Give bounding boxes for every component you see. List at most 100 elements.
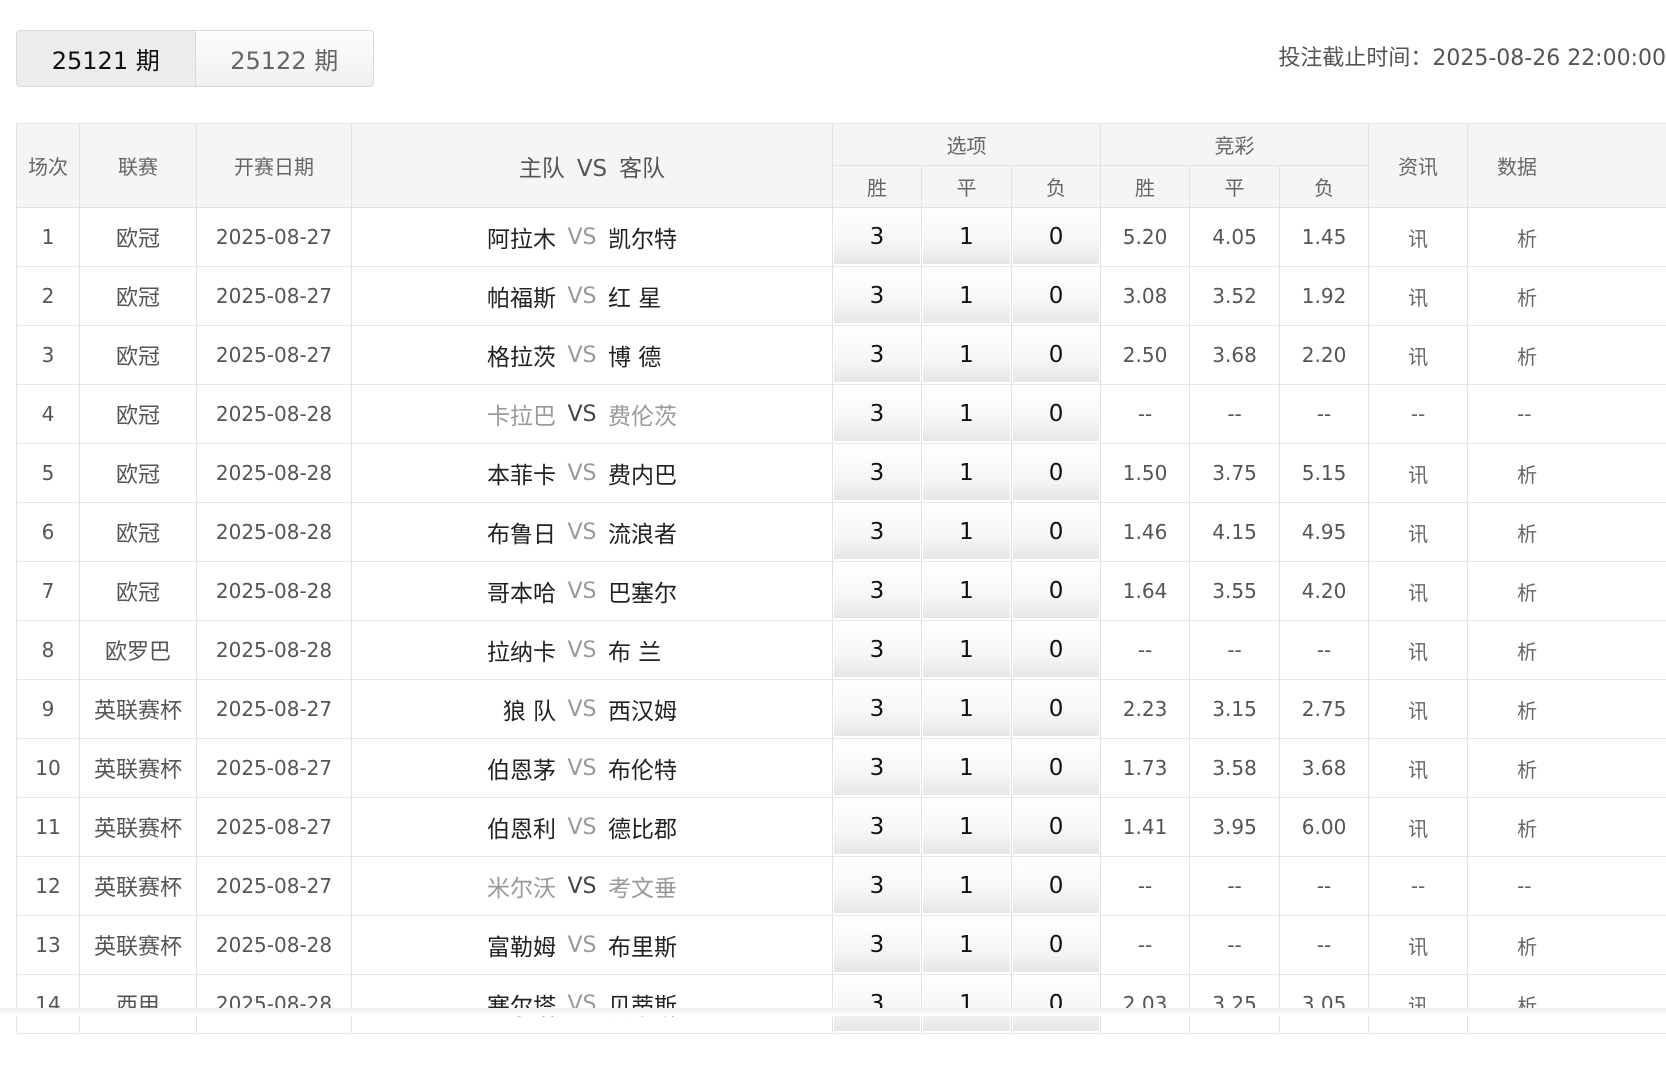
option-win-button[interactable]: 3 [834, 977, 920, 1031]
info-link[interactable]: 讯 [1368, 679, 1469, 739]
home-team[interactable]: 本菲卡 [436, 456, 556, 490]
option-draw-button[interactable]: 1 [923, 446, 1010, 500]
home-team[interactable]: 富勒姆 [436, 928, 556, 962]
data-link[interactable]: 析 [1467, 325, 1666, 385]
option-lose-button[interactable]: 0 [1013, 859, 1100, 913]
info-link[interactable]: 讯 [1368, 561, 1469, 621]
option-lose-button[interactable]: 0 [1013, 269, 1100, 323]
info-link[interactable]: 讯 [1368, 738, 1469, 798]
info-link[interactable]: 讯 [1368, 974, 1469, 1034]
data-link[interactable]: 析 [1467, 679, 1666, 739]
info-link[interactable]: 讯 [1368, 502, 1469, 562]
option-win-button[interactable]: 3 [834, 623, 920, 677]
match-date: 2025-08-28 [196, 620, 352, 680]
data-link[interactable]: 析 [1467, 502, 1666, 562]
home-team[interactable]: 哥本哈 [436, 574, 556, 608]
option-draw-button[interactable]: 1 [923, 741, 1010, 795]
away-team[interactable]: 流浪者 [608, 515, 728, 549]
option-lose-button[interactable]: 0 [1013, 505, 1100, 559]
home-team[interactable]: 阿拉木 [436, 220, 556, 254]
option-lose-button[interactable]: 0 [1013, 210, 1100, 264]
data-link[interactable]: 析 [1467, 738, 1666, 798]
option-win-button[interactable]: 3 [834, 741, 920, 795]
away-team[interactable]: 红 星 [608, 279, 728, 313]
data-link[interactable]: 析 [1467, 443, 1666, 503]
option-draw-button[interactable]: 1 [923, 387, 1010, 441]
away-team[interactable]: 西汉姆 [608, 692, 728, 726]
info-link[interactable]: 讯 [1368, 797, 1469, 857]
option-win-button[interactable]: 3 [834, 859, 920, 913]
away-team[interactable]: 费伦茨 [608, 397, 728, 431]
option-win-button[interactable]: 3 [834, 918, 920, 972]
away-team[interactable]: 巴塞尔 [608, 574, 728, 608]
option-lose-button[interactable]: 0 [1013, 682, 1100, 736]
option-win-button[interactable]: 3 [834, 328, 920, 382]
option-draw-button[interactable]: 1 [923, 682, 1010, 736]
home-team[interactable]: 拉纳卡 [436, 633, 556, 667]
info-link[interactable]: 讯 [1368, 325, 1469, 385]
option-win-button[interactable]: 3 [834, 210, 920, 264]
info-link[interactable]: 讯 [1368, 207, 1469, 267]
option-lose-button[interactable]: 0 [1013, 387, 1100, 441]
away-team[interactable]: 考文垂 [608, 869, 728, 903]
home-team[interactable]: 格拉茨 [436, 338, 556, 372]
option-draw-button[interactable]: 1 [923, 623, 1010, 677]
option-draw-button[interactable]: 1 [923, 269, 1010, 323]
match-number: 8 [16, 620, 80, 680]
option-draw-button[interactable]: 1 [923, 918, 1010, 972]
data-link[interactable]: 析 [1467, 915, 1666, 975]
info-link[interactable]: 讯 [1368, 443, 1469, 503]
home-team[interactable]: 米尔沃 [436, 869, 556, 903]
option-lose-button[interactable]: 0 [1013, 564, 1100, 618]
option-win-button[interactable]: 3 [834, 505, 920, 559]
option-draw-button[interactable]: 1 [923, 800, 1010, 854]
data-link[interactable]: 析 [1467, 207, 1666, 267]
table-row: 1 欧冠 2025-08-27 阿拉木 VS 凯尔特 3 1 0 5.20 4.05 1.45 讯析 [16, 207, 1666, 267]
tab-period-25121[interactable]: 25121 期 [17, 31, 195, 86]
away-team[interactable]: 费内巴 [608, 456, 728, 490]
home-team[interactable]: 狼 队 [436, 692, 556, 726]
data-link[interactable]: 析 [1467, 620, 1666, 680]
option-draw-button[interactable]: 1 [923, 210, 1010, 264]
option-lose-button[interactable]: 0 [1013, 328, 1100, 382]
info-link[interactable]: 讯 [1368, 915, 1469, 975]
odds-win: 2.23 [1100, 679, 1191, 739]
data-link[interactable]: 析 [1467, 266, 1666, 326]
option-lose-button[interactable]: 0 [1013, 741, 1100, 795]
info-link[interactable]: 讯 [1368, 266, 1469, 326]
away-team[interactable]: 布里斯 [608, 928, 728, 962]
option-win-button[interactable]: 3 [834, 387, 920, 441]
away-team[interactable]: 博 德 [608, 338, 728, 372]
option-lose-button[interactable]: 0 [1013, 977, 1100, 1031]
data-link[interactable]: 析 [1467, 974, 1666, 1034]
info-link[interactable]: 讯 [1368, 620, 1469, 680]
tab-period-25122[interactable]: 25122 期 [194, 31, 373, 86]
option-win-button[interactable]: 3 [834, 800, 920, 854]
option-draw-button[interactable]: 1 [923, 328, 1010, 382]
col-header-num: 场次 [16, 123, 80, 208]
away-team[interactable]: 布 兰 [608, 633, 728, 667]
away-team[interactable]: 凯尔特 [608, 220, 728, 254]
option-lose-button[interactable]: 0 [1013, 446, 1100, 500]
odds-draw: 3.25 [1189, 974, 1281, 1034]
home-team[interactable]: 伯恩利 [436, 810, 556, 844]
home-team[interactable]: 卡拉巴 [436, 397, 556, 431]
option-win-button[interactable]: 3 [834, 269, 920, 323]
data-link[interactable]: 析 [1467, 561, 1666, 621]
away-team[interactable]: 德比郡 [608, 810, 728, 844]
option-draw-button[interactable]: 1 [923, 859, 1010, 913]
home-team[interactable]: 伯恩茅 [436, 751, 556, 785]
home-team[interactable]: 布鲁日 [436, 515, 556, 549]
option-win-button[interactable]: 3 [834, 564, 920, 618]
option-lose-button[interactable]: 0 [1013, 623, 1100, 677]
option-lose-button[interactable]: 0 [1013, 918, 1100, 972]
data-link[interactable]: 析 [1467, 797, 1666, 857]
option-draw-button[interactable]: 1 [923, 505, 1010, 559]
option-draw-button[interactable]: 1 [923, 564, 1010, 618]
option-win-button[interactable]: 3 [834, 682, 920, 736]
option-lose-button[interactable]: 0 [1013, 800, 1100, 854]
option-draw-button[interactable]: 1 [923, 977, 1010, 1031]
away-team[interactable]: 布伦特 [608, 751, 728, 785]
option-win-button[interactable]: 3 [834, 446, 920, 500]
home-team[interactable]: 帕福斯 [436, 279, 556, 313]
